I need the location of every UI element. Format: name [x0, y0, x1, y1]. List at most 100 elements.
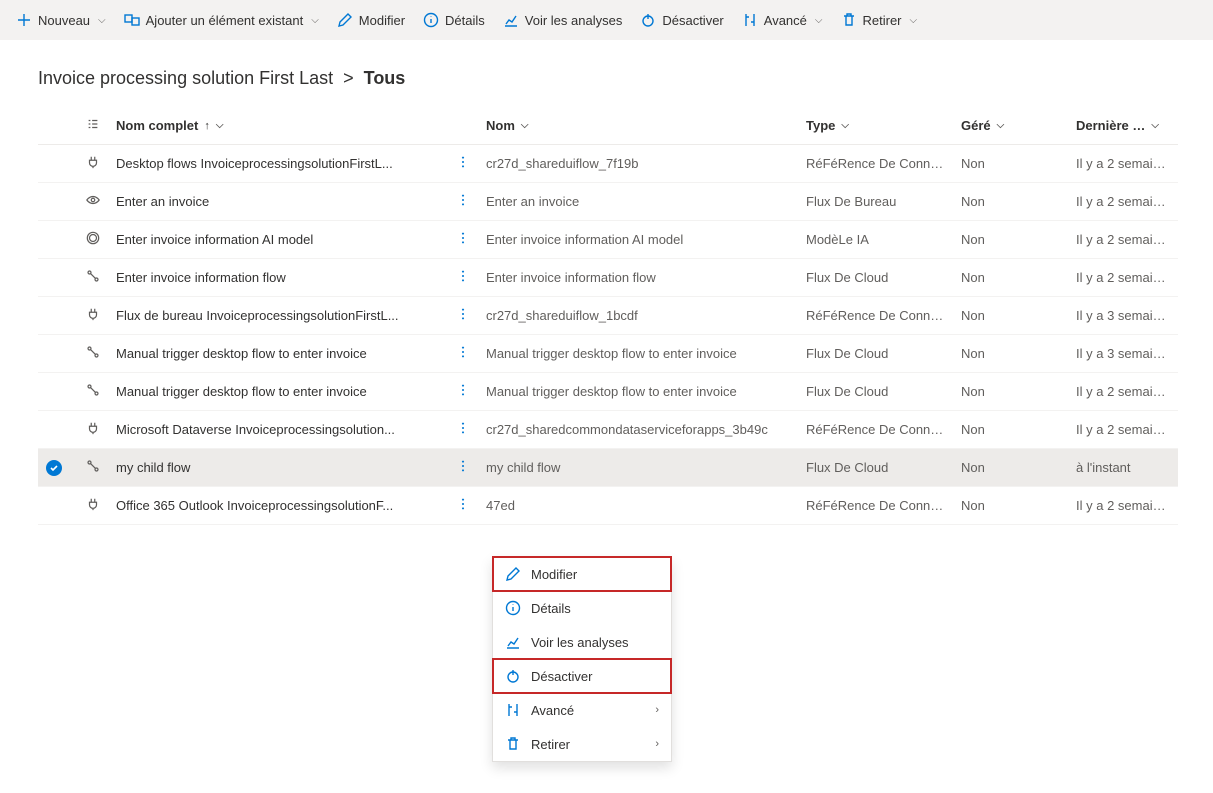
table-row[interactable]: Enter invoice information AI modelEnter … [38, 221, 1178, 259]
table-row[interactable]: Microsoft Dataverse Invoiceprocessingsol… [38, 411, 1178, 449]
cell-modified: Il y a 2 semaines [1068, 145, 1178, 183]
command-bar: Nouveau ⌵ Ajouter un élément existant ⌵ … [0, 0, 1213, 40]
cell-displayname[interactable]: Enter an invoice [108, 183, 448, 221]
chevron-right-icon: › [655, 704, 659, 716]
cell-managed: Non [953, 259, 1068, 297]
cell-displayname[interactable]: Enter invoice information flow [108, 259, 448, 297]
cell-managed: Non [953, 183, 1068, 221]
power-icon [640, 12, 656, 28]
table-row[interactable]: Desktop flows InvoiceprocessingsolutionF… [38, 145, 1178, 183]
cell-type: ModèLe IA [798, 221, 953, 259]
table-row[interactable]: Manual trigger desktop flow to enter inv… [38, 373, 1178, 411]
disable-button[interactable]: Désactiver [640, 12, 723, 28]
row-more-button[interactable] [456, 345, 470, 359]
cell-modified: Il y a 2 semaines [1068, 373, 1178, 411]
cell-type: Flux De Bureau [798, 183, 953, 221]
advanced-label: Avancé [764, 13, 807, 28]
edit-button[interactable]: Modifier [337, 12, 405, 28]
cell-displayname[interactable]: Office 365 Outlook Invoiceprocessingsolu… [108, 487, 448, 525]
new-button[interactable]: Nouveau ⌵ [16, 12, 106, 28]
chevron-down-icon: ⌵ [216, 120, 224, 131]
cell-modified: Il y a 2 semaines [1068, 487, 1178, 525]
cell-managed: Non [953, 487, 1068, 525]
add-existing-label: Ajouter un élément existant [146, 13, 304, 28]
table-row[interactable]: Enter an invoiceEnter an invoiceFlux De … [38, 183, 1178, 221]
cell-displayname[interactable]: Manual trigger desktop flow to enter inv… [108, 373, 448, 411]
add-existing-icon [124, 12, 140, 28]
row-more-button[interactable] [456, 231, 470, 245]
menu-analytics[interactable]: Voir les analyses [493, 625, 671, 659]
solution-items-table: Nom complet↑⌵ Nom⌵ Type⌵ Géré⌵ Dernière … [38, 107, 1178, 525]
sort-up-icon: ↑ [204, 120, 210, 132]
cell-name: my child flow [478, 449, 798, 487]
cell-name: 47ed [478, 487, 798, 525]
cell-managed: Non [953, 297, 1068, 335]
breadcrumb-parent[interactable]: Invoice processing solution First Last [38, 68, 333, 89]
cell-name: Manual trigger desktop flow to enter inv… [478, 373, 798, 411]
plug-icon [86, 421, 100, 435]
row-more-button[interactable] [456, 459, 470, 473]
table-row[interactable]: Enter invoice information flow Enter invo… [38, 259, 1178, 297]
cell-displayname[interactable]: Desktop flows InvoiceprocessingsolutionF… [108, 145, 448, 183]
cloudflow-icon [86, 459, 100, 473]
chevron-down-icon: ⌵ [521, 120, 529, 131]
advanced-button[interactable]: Avancé ⌵ [742, 12, 823, 28]
chevron-down-icon: ⌵ [841, 120, 849, 131]
analytics-label: Voir les analyses [525, 13, 623, 28]
cell-displayname[interactable]: Microsoft Dataverse Invoiceprocessingsol… [108, 411, 448, 449]
menu-disable[interactable]: Désactiver [493, 659, 671, 693]
row-more-button[interactable] [456, 421, 470, 435]
chart-icon [503, 12, 519, 28]
cell-type: Flux De Cloud [798, 373, 953, 411]
table-row[interactable]: Manual trigger desktop flow to enter inv… [38, 335, 1178, 373]
menu-advanced[interactable]: Avancé › [493, 693, 671, 727]
eye-icon [86, 193, 100, 207]
chevron-down-icon: ⌵ [910, 15, 918, 26]
cell-displayname[interactable]: Enter invoice information AI model [108, 221, 448, 259]
row-more-button[interactable] [456, 497, 470, 511]
cell-type: Flux De Cloud [798, 259, 953, 297]
sliders-icon [505, 702, 521, 718]
cell-modified: Il y a 2 semaines [1068, 259, 1178, 297]
cell-displayname[interactable]: my child flow [108, 449, 448, 487]
column-icon-header[interactable] [78, 107, 108, 145]
row-more-button[interactable] [456, 155, 470, 169]
details-label: Détails [445, 13, 485, 28]
row-context-menu: Modifier Détails Voir les analyses Désac… [492, 556, 672, 762]
cell-managed: Non [953, 221, 1068, 259]
cell-name: Enter an invoice [478, 183, 798, 221]
column-type[interactable]: Type⌵ [798, 107, 953, 145]
plug-icon [86, 155, 100, 169]
table-row[interactable]: Flux de bureau Invoiceprocessingsolution… [38, 297, 1178, 335]
column-displayname[interactable]: Nom complet↑⌵ [108, 107, 448, 145]
menu-details[interactable]: Détails [493, 591, 671, 625]
row-more-button[interactable] [456, 383, 470, 397]
cloudflow-icon [86, 269, 100, 283]
disable-label: Désactiver [662, 13, 723, 28]
column-managed[interactable]: Géré⌵ [953, 107, 1068, 145]
menu-remove[interactable]: Retirer › [493, 727, 671, 761]
cell-type: RéFéRence De Connexi... [798, 297, 953, 335]
remove-button[interactable]: Retirer ⌵ [841, 12, 918, 28]
table-row[interactable]: Office 365 Outlook Invoiceprocessingsolu… [38, 487, 1178, 525]
row-more-button[interactable] [456, 193, 470, 207]
info-icon [505, 600, 521, 616]
pencil-icon [505, 566, 521, 582]
menu-edit[interactable]: Modifier [493, 557, 671, 591]
details-button[interactable]: Détails [423, 12, 485, 28]
row-more-button[interactable] [456, 307, 470, 321]
column-modified[interactable]: Dernière …⌵ [1068, 107, 1178, 145]
breadcrumb-current: Tous [364, 68, 406, 89]
column-name[interactable]: Nom⌵ [478, 107, 798, 145]
cell-displayname[interactable]: Manual trigger desktop flow to enter inv… [108, 335, 448, 373]
table-row[interactable]: my child flowmy child flowFlux De CloudN… [38, 449, 1178, 487]
analytics-button[interactable]: Voir les analyses [503, 12, 623, 28]
cell-type: Flux De Cloud [798, 449, 953, 487]
selected-check-icon[interactable] [46, 460, 62, 476]
cell-displayname[interactable]: Flux de bureau Invoiceprocessingsolution… [108, 297, 448, 335]
row-more-button[interactable] [456, 269, 470, 283]
cell-name: Enter invoice information flow [478, 259, 798, 297]
add-existing-button[interactable]: Ajouter un élément existant ⌵ [124, 12, 319, 28]
remove-label: Retirer [863, 13, 902, 28]
cell-type: RéFéRence De Connexi... [798, 411, 953, 449]
